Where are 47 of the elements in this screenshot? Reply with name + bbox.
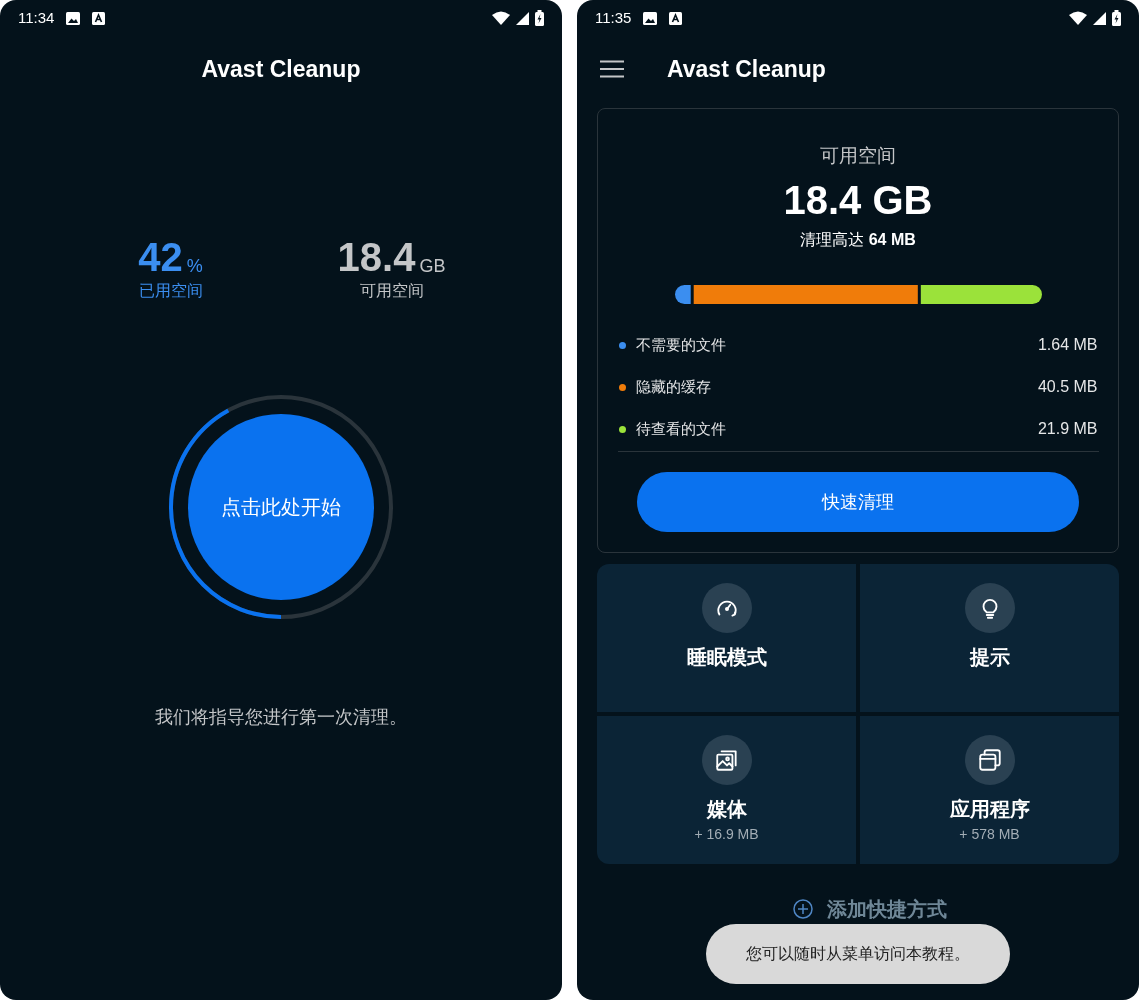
image-icon [643,11,658,25]
wifi-icon [1069,11,1087,25]
feature-tile[interactable]: 媒体 + 16.9 MB [597,715,856,864]
feature-tile[interactable]: 睡眠模式 [597,563,856,712]
menu-icon[interactable] [600,60,624,79]
add-shortcut-link[interactable]: 添加快捷方式 [827,893,947,924]
legend-size: 40.5 MB [1037,377,1098,397]
tile-size: + 578 MB [959,824,1020,844]
used-space-label: 已用空间 [138,280,203,301]
image-icon [66,11,81,25]
tile-label: 媒体 [706,796,747,822]
guide-text: 我们将指导您进行第一次清理。 [155,705,407,729]
legend-size: 1.64 MB [1037,335,1098,355]
free-space-value: 18.4 GB [783,177,933,224]
battery-icon [1112,10,1121,26]
tile-label: 睡眠模式 [686,644,767,670]
percent-unit: % [186,254,203,277]
status-time: 11:34 [18,7,55,28]
app-title: Avast Cleanup [667,55,826,84]
feature-tile[interactable]: 应用程序 + 578 MB [860,715,1119,864]
notification-icon [92,11,106,25]
signal-icon [516,11,529,25]
legend-label: 隐藏的缓存 [635,376,712,397]
free-space-value: 18.4 [337,236,416,277]
quick-clean-button[interactable]: 快速清理 [637,472,1079,532]
legend-label: 待查看的文件 [635,418,727,439]
free-space-label: 可用空间 [359,280,424,301]
windows-icon [976,746,1003,773]
tutorial-toast: 您可以随时从菜单访问本教程。 [706,924,1010,984]
legend-label: 不需要的文件 [635,334,727,355]
wifi-icon [492,11,510,25]
notification-icon [669,11,683,25]
tile-label: 应用程序 [949,796,1030,822]
tile-size: + 16.9 MB [694,824,759,844]
used-percent: 42 [138,236,183,277]
status-time: 11:35 [595,7,632,28]
free-space-label: 可用空间 [820,143,896,168]
cleanable-text: 清理高达 64 MB [800,230,916,250]
legend-size: 21.9 MB [1037,419,1098,439]
size-unit: GB [419,254,446,277]
feature-tile[interactable]: 提示 [860,563,1119,712]
start-button[interactable]: 点击此处开始 [188,413,374,600]
signal-icon [1093,11,1106,25]
app-title: Avast Cleanup [201,55,361,84]
add-icon[interactable] [793,898,813,919]
battery-icon [535,10,544,26]
tile-label: 提示 [969,644,1010,670]
